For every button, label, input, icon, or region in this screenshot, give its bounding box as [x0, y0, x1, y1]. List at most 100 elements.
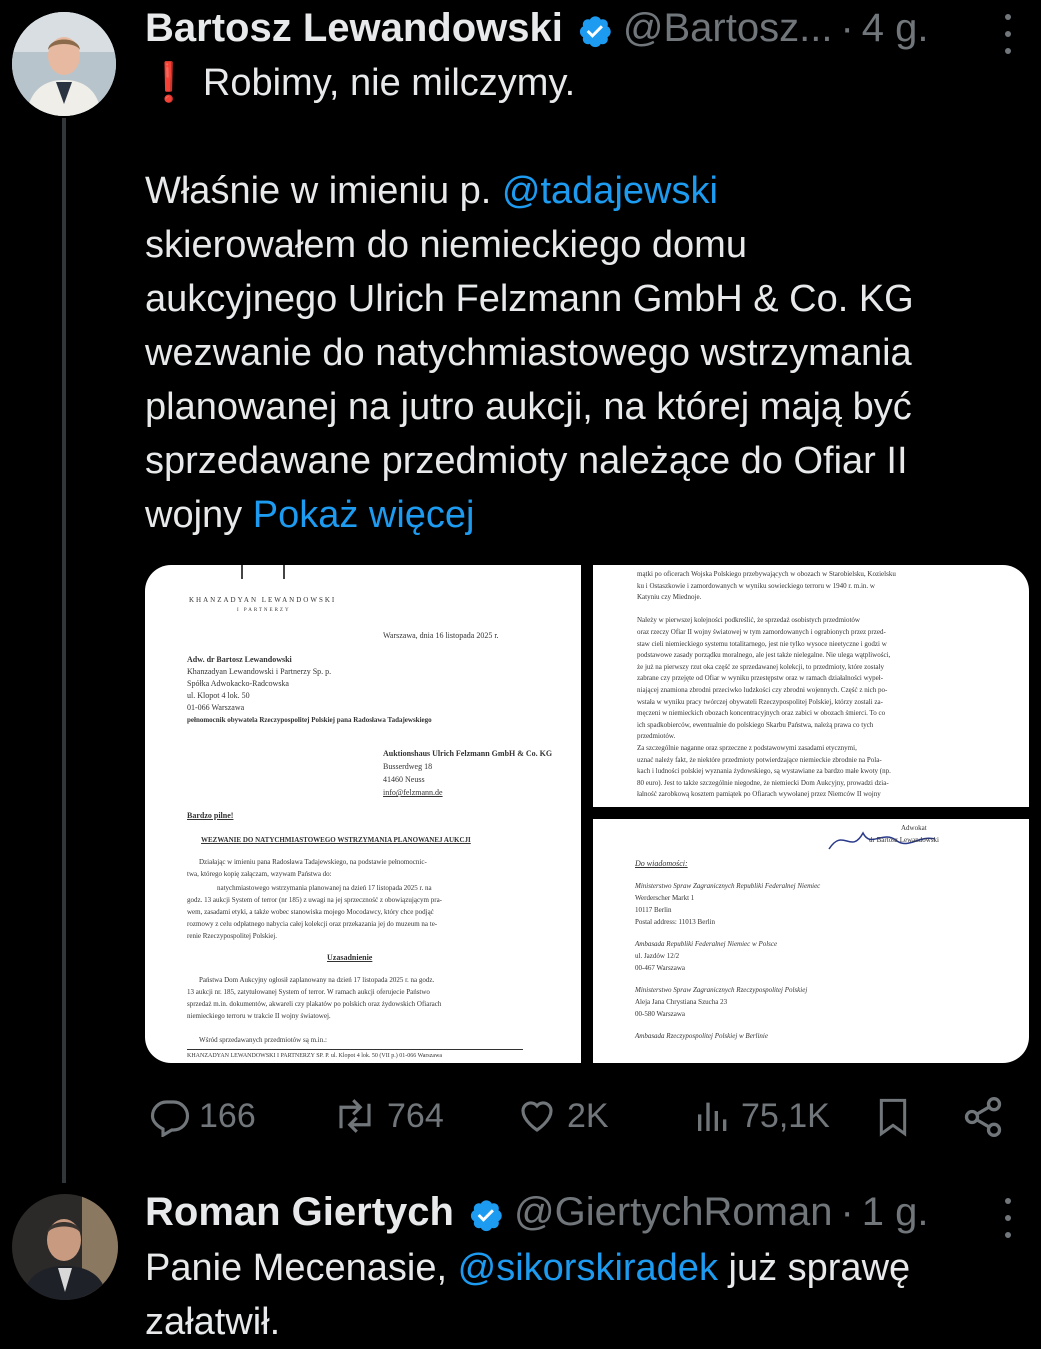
views-button[interactable]: 75,1K: [693, 1095, 830, 1137]
doc-para-line: rozmowy z celu odpłatnego nabycia całej …: [187, 920, 438, 928]
retweet-count: 764: [387, 1096, 444, 1135]
tweet-text-line: Panie Mecenasie, @sikorskiradek już spra…: [145, 1241, 910, 1295]
more-options-icon[interactable]: [998, 14, 1018, 54]
doc-para-line: godz. 13 aukcji System of terror (nr 185…: [187, 896, 443, 904]
doc-page2-line: kach i ludności polskiej wyznania żydows…: [637, 767, 891, 776]
doc-footer: KHANZADYAN LEWANDOWSKI I PARTNERZY SP. P…: [187, 1053, 443, 1059]
doc-para-line: Państwa Dom Aukcyjny ogłosił zaplanowany…: [199, 976, 435, 984]
logo-sub: I PARTNERZY: [237, 608, 291, 613]
tweet-text-line: sprzedawane przedmioty należące do Ofiar…: [145, 440, 908, 482]
share-icon: [964, 1097, 1002, 1137]
exclamation-emoji-icon: ❗: [145, 62, 193, 104]
reply-icon: [150, 1100, 190, 1137]
doc-recipient-line: Aleja Jana Chrystiana Szucha 23: [635, 998, 728, 1006]
doc-page2-line: uznać należy fakt, że niektóre przedmiot…: [637, 755, 882, 764]
avatar[interactable]: [12, 1194, 118, 1300]
logo-name: KHANZADYAN LEWANDOWSKI: [189, 596, 337, 604]
tweet-text-line: wezwanie do natychmiastowego wstrzymania: [145, 332, 912, 374]
tweet1-actions: 166 764 2K 75,1K: [145, 1085, 1029, 1149]
doc-page2-line: męczeni w niemieckich obozach koncentrac…: [637, 709, 886, 718]
like-button[interactable]: 2K: [515, 1095, 609, 1137]
mention-link[interactable]: @tadajewski: [502, 170, 718, 212]
doc-para-line: Wśród sprzedawanych przedmiotów są m.in.…: [199, 1036, 327, 1044]
avatar-photo-bartosz: [12, 12, 116, 116]
show-more-link[interactable]: Pokaż więcej: [253, 494, 475, 536]
like-count: 2K: [567, 1096, 609, 1135]
signature-name: dr Bartosz Lewandowski: [869, 836, 939, 844]
tweet-text-line: ❗ Robimy, nie milczymy.: [145, 56, 914, 110]
doc-para-line: niemieckiego terroru w trakcie II wojny …: [187, 1012, 331, 1020]
tweet-text-line: wojny Pokaż więcej: [145, 488, 914, 542]
avatar[interactable]: [12, 12, 116, 116]
tweet1-body: ❗ Robimy, nie milczymy. Właśnie w imieni…: [145, 56, 914, 542]
tweet-text-segment: Panie Mecenasie,: [145, 1247, 458, 1289]
media-grid: KHANZADYAN LEWANDOWSKI I PARTNERZY Warsz…: [145, 565, 1029, 1063]
doc-page2-line: łalność zarobkową kosztem pamiątek po Of…: [637, 790, 881, 799]
doc-recipient-line: 41460 Neuss: [383, 775, 425, 784]
document-image-page1[interactable]: KHANZADYAN LEWANDOWSKI I PARTNERZY Warsz…: [145, 565, 581, 1063]
doc-recipient-line: Ambasada Republiki Federalnej Niemiec w …: [635, 940, 778, 948]
doc-footer-rule: [187, 1049, 523, 1050]
doc-para-line: wem, zasadami etyki, a także wobec stano…: [187, 908, 434, 916]
heart-icon: [521, 1101, 553, 1132]
document-image-page3[interactable]: Adwokat dr Bartosz Lewandowski Do wiadom…: [593, 819, 1029, 1063]
document-image-page2[interactable]: mątki po oficerach Wojska Polskiego prze…: [593, 565, 1029, 807]
avatar-photo-roman: [12, 1194, 118, 1300]
more-options-icon[interactable]: [998, 1198, 1018, 1238]
share-button[interactable]: [961, 1095, 1005, 1139]
retweet-icon: [339, 1099, 371, 1133]
doc-recipient-line: Werderscher Markt 1: [635, 894, 695, 902]
tweet2-header: Roman Giertych @GiertychRoman · 1 g.: [145, 1186, 929, 1238]
tweet-text-line: załatwił.: [145, 1301, 281, 1343]
author-handle[interactable]: @GiertychRoman: [514, 1186, 832, 1238]
doc-sender-line: Spółka Adwokacko-Radcowska: [187, 679, 289, 688]
tweet-text-segment: Właśnie w imieniu p.: [145, 170, 502, 212]
verified-badge-icon: [577, 10, 613, 48]
doc-recipient-line: Ministerstwo Spraw Zagranicznych Rzeczyp…: [635, 986, 808, 994]
doc-sender-line: 01-066 Warszawa: [187, 703, 245, 712]
doc-para-line: 13 aukcji nr. 185, zatytułowanej System …: [187, 988, 430, 996]
doc-recipient-line: ul. Jazdów 12/2: [635, 952, 680, 960]
tweet-text-segment: Robimy, nie milczymy.: [202, 62, 576, 104]
tweet-timestamp[interactable]: 1 g.: [862, 1186, 929, 1238]
retweet-button[interactable]: 764: [331, 1095, 444, 1137]
doc-recipient-name: Auktionshaus Ulrich Felzmann GmbH & Co. …: [383, 749, 553, 758]
doc-title: WEZWANIE DO NATYCHMIASTOWEGO WSTRZYMANIA…: [201, 836, 471, 844]
doc-para-line: renie Rzeczypospolitej Polskiej.: [187, 932, 278, 940]
doc-page2-line: Za szczególnie naganne oraz sprzeczne z …: [637, 744, 857, 752]
doc-page2-line: niającej znamiona zbrodni przeciwko ludz…: [637, 686, 888, 694]
doc-heading: Uzasadnienie: [327, 953, 373, 962]
tweet-text-line: aukcyjnego Ulrich Felzmann GmbH & Co. KG: [145, 278, 914, 320]
tweet-text-line: Właśnie w imieniu p. @tadajewski: [145, 164, 914, 218]
doc-page2-line: podstawowe zasady porządku moralnego, al…: [637, 651, 891, 660]
tweet-text-line: skierowałem do niemieckiego domu: [145, 224, 747, 266]
doc-sender-line: Khanzadyan Lewandowski i Partnerzy Sp. p…: [187, 667, 332, 676]
tweet2-body: Panie Mecenasie, @sikorskiradek już spra…: [145, 1241, 910, 1349]
separator-dot: ·: [840, 6, 854, 50]
tweet-text-segment: wojny: [145, 494, 253, 536]
doc-recipient-line: Ambasada Rzeczypospolitej Polskiej w Ber…: [635, 1032, 768, 1040]
author-name[interactable]: Bartosz Lewandowski: [145, 2, 563, 54]
doc-page2-line: 80 euro). Jest to także szczególnie nieg…: [637, 778, 889, 787]
doc-recipient-line: Ministerstwo Spraw Zagranicznych Republi…: [635, 882, 821, 890]
author-name[interactable]: Roman Giertych: [145, 1186, 454, 1238]
bookmark-button[interactable]: [873, 1095, 913, 1139]
author-handle[interactable]: @Bartosz...: [623, 2, 833, 54]
mention-link[interactable]: @sikorskiradek: [458, 1247, 718, 1289]
thread-connector-line: [62, 118, 66, 1183]
reply-button[interactable]: 166: [149, 1095, 256, 1137]
doc-page2-line: staw cieli niemieckiego systemu totalita…: [637, 639, 887, 648]
doc-page2-line: ku i Ostaszkowie i zamordowanych w wynik…: [637, 581, 875, 590]
doc-para-line: twa, którego kopię załączam, wzywam Pańs…: [187, 870, 332, 878]
tweet-timestamp[interactable]: 4 g.: [862, 2, 929, 54]
doc-page2-line: zabrane czy przejęte od Ofiar w wyniku p…: [637, 674, 884, 683]
tweet-text-segment: już sprawę: [717, 1247, 911, 1289]
views-count: 75,1K: [741, 1096, 830, 1135]
doc-page2-line: wstała w wyniku pracy twórczej obywateli…: [637, 697, 883, 706]
doc-page2-line: że już na pierwszy rzut oka część ze spr…: [637, 662, 884, 671]
doc-page2-line: oraz rzeczy Ofiar II wojny światowej w t…: [637, 628, 886, 636]
doc-page2-line: mątki po oficerach Wojska Polskiego prze…: [637, 570, 896, 578]
doc-page2-line: Katyniu czy Miednoje.: [637, 593, 702, 602]
verified-badge-icon: [468, 1194, 504, 1232]
